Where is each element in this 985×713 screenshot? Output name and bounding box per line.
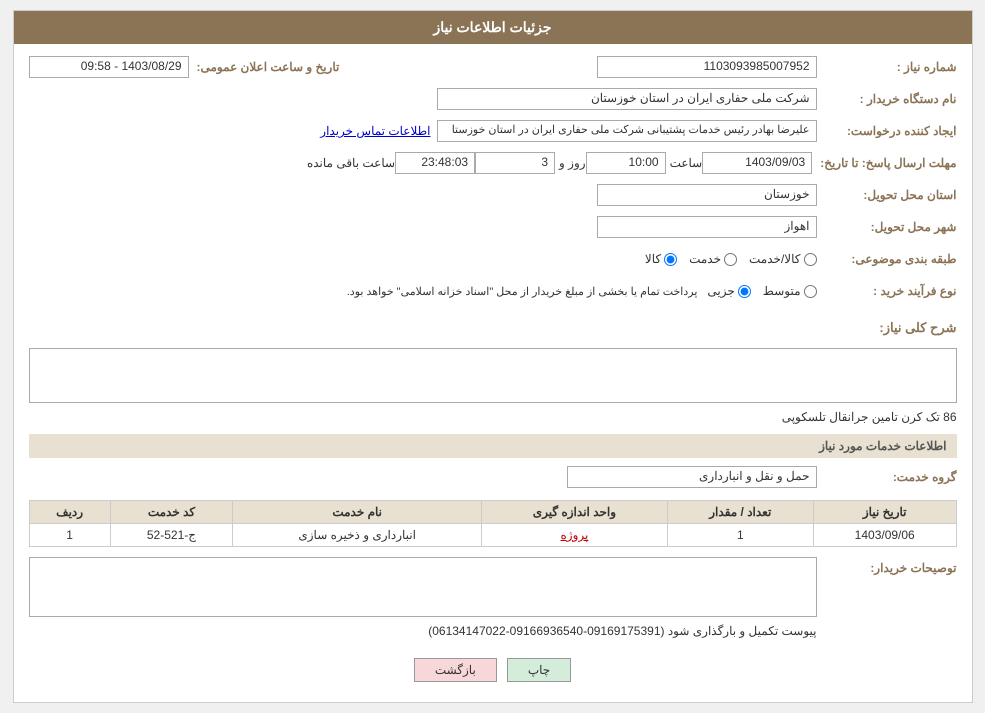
category-option-khedmat[interactable]: خدمت xyxy=(689,252,737,266)
category-radio-kala-khedmat[interactable] xyxy=(804,253,817,266)
buyer-org-row: نام دستگاه خریدار : شرکت ملی حفاری ایران… xyxy=(29,86,957,112)
purchase-type-motawaset[interactable]: متوسط xyxy=(763,284,817,298)
city-value: اهواز xyxy=(597,216,817,238)
buyer-note-section: توصیحات خریدار: پیوست تکمیل و بارگذاری ش… xyxy=(29,557,957,642)
category-label: طبقه بندی موضوعی: xyxy=(817,252,957,266)
services-table: تاریخ نیاز تعداد / مقدار واحد اندازه گیر… xyxy=(29,500,957,547)
content-area: شماره نیاز : 1103093985007952 تاریخ و سا… xyxy=(14,44,972,702)
cell-row: 1 xyxy=(29,524,110,547)
purchase-label-jozii: جزیی xyxy=(707,284,734,298)
col-unit: واحد اندازه گیری xyxy=(482,501,667,524)
col-quantity: تعداد / مقدار xyxy=(667,501,813,524)
purchase-type-jozii[interactable]: جزیی xyxy=(707,284,750,298)
purchase-type-label: نوع فرآیند خرید : xyxy=(817,284,957,298)
need-number-label: شماره نیاز : xyxy=(817,60,957,74)
category-label-kala-khedmat: کالا/خدمت xyxy=(749,252,800,266)
services-table-section: تاریخ نیاز تعداد / مقدار واحد اندازه گیر… xyxy=(29,500,957,547)
buyer-note-label: توصیحات خریدار: xyxy=(817,557,957,575)
city-row: شهر محل تحویل: اهواز xyxy=(29,214,957,240)
cell-date: 1403/09/06 xyxy=(813,524,956,547)
button-row: چاپ بازگشت xyxy=(29,648,957,692)
need-number-value: 1103093985007952 xyxy=(597,56,817,78)
need-number-row: شماره نیاز : 1103093985007952 تاریخ و سا… xyxy=(29,54,957,80)
purchase-type-radio-group: متوسط جزیی xyxy=(707,284,816,298)
buyer-org-label: نام دستگاه خریدار : xyxy=(817,92,957,106)
purchase-radio-jozii[interactable] xyxy=(738,285,751,298)
category-option-kala[interactable]: کالا xyxy=(645,252,677,266)
page-title: جزئیات اطلاعات نیاز xyxy=(433,19,551,35)
contact-link[interactable]: اطلاعات تماس خریدار xyxy=(320,124,430,138)
purchase-radio-motawaset[interactable] xyxy=(804,285,817,298)
response-days-value: 3 xyxy=(475,152,555,174)
response-deadline-row: مهلت ارسال پاسخ: تا تاریخ: 1403/09/03 سا… xyxy=(29,150,957,176)
creator-label: ایجاد کننده درخواست: xyxy=(817,124,957,138)
category-option-kala-khedmat[interactable]: کالا/خدمت xyxy=(749,252,816,266)
buyer-note-textarea[interactable] xyxy=(29,557,817,617)
main-container: جزئیات اطلاعات نیاز شماره نیاز : 1103093… xyxy=(13,10,973,703)
announce-label: تاریخ و ساعت اعلان عمومی: xyxy=(189,60,340,74)
purchase-label-motawaset: متوسط xyxy=(763,284,801,298)
services-section-title: اطلاعات خدمات مورد نیاز xyxy=(819,439,946,453)
cell-name: انبارداری و ذخیره سازی xyxy=(233,524,482,547)
purchase-type-row: نوع فرآیند خرید : متوسط جزیی پرداخت تمام… xyxy=(29,278,957,304)
cell-code: ج-521-52 xyxy=(110,524,232,547)
announce-value: 1403/08/29 - 09:58 xyxy=(29,56,189,78)
description-section-title: شرح کلی نیاز: xyxy=(879,314,956,342)
back-button[interactable]: بازگشت xyxy=(414,658,497,682)
category-label-khedmat: خدمت xyxy=(689,252,721,266)
description-section-label-row: شرح کلی نیاز: xyxy=(29,310,957,342)
category-radio-group: کالا/خدمت خدمت کالا xyxy=(645,252,817,266)
description-section: 86 تک کرن تامین جرانقال تلسکوپی xyxy=(29,348,957,428)
service-group-label: گروه خدمت: xyxy=(817,470,957,484)
category-radio-khedmat[interactable] xyxy=(724,253,737,266)
province-label: استان محل تحویل: xyxy=(817,188,957,202)
category-radio-kala[interactable] xyxy=(664,253,677,266)
description-area: 86 تک کرن تامین جرانقال تلسکوپی xyxy=(29,348,957,428)
response-date-value: 1403/09/03 xyxy=(702,152,812,174)
col-name: نام خدمت xyxy=(233,501,482,524)
buyer-note-text: پیوست تکمیل و بارگذاری شود (09169175391-… xyxy=(29,620,817,642)
response-day-label: روز و xyxy=(559,156,586,170)
purchase-note: پرداخت تمام یا بخشی از مبلغ خریدار از مح… xyxy=(347,285,698,298)
creator-row: ایجاد کننده درخواست: علیرضا بهادر رئیس خ… xyxy=(29,118,957,144)
buyer-note-area: پیوست تکمیل و بارگذاری شود (09169175391-… xyxy=(29,557,817,642)
service-group-row: گروه خدمت: حمل و نقل و انبارداری xyxy=(29,464,957,490)
category-label-kala: کالا xyxy=(645,252,661,266)
col-code: کد خدمت xyxy=(110,501,232,524)
response-time-label: ساعت xyxy=(670,156,703,170)
table-row: 1403/09/06 1 پروژه انبارداری و ذخیره ساز… xyxy=(29,524,956,547)
remaining-time-value: 23:48:03 xyxy=(395,152,475,174)
category-row: طبقه بندی موضوعی: کالا/خدمت خدمت کالا xyxy=(29,246,957,272)
services-section-header: اطلاعات خدمات مورد نیاز xyxy=(29,434,957,458)
description-text-display: 86 تک کرن تامین جرانقال تلسکوپی xyxy=(29,406,957,428)
print-button[interactable]: چاپ xyxy=(507,658,571,682)
city-label: شهر محل تحویل: xyxy=(817,220,957,234)
description-textarea[interactable] xyxy=(29,348,957,403)
province-value: خوزستان xyxy=(597,184,817,206)
service-group-value: حمل و نقل و انبارداری xyxy=(567,466,817,488)
cell-unit[interactable]: پروژه xyxy=(482,524,667,547)
col-date: تاریخ نیاز xyxy=(813,501,956,524)
remaining-label: ساعت باقی مانده xyxy=(307,156,395,170)
page-header: جزئیات اطلاعات نیاز xyxy=(14,11,972,44)
province-row: استان محل تحویل: خوزستان xyxy=(29,182,957,208)
response-deadline-label: مهلت ارسال پاسخ: تا تاریخ: xyxy=(812,156,956,170)
response-time-value: 10:00 xyxy=(586,152,666,174)
cell-quantity: 1 xyxy=(667,524,813,547)
table-header-row: تاریخ نیاز تعداد / مقدار واحد اندازه گیر… xyxy=(29,501,956,524)
buyer-org-value: شرکت ملی حفاری ایران در استان خوزستان xyxy=(437,88,817,110)
col-row: ردیف xyxy=(29,501,110,524)
creator-value: علیرضا بهادر رئیس خدمات پشتیبانی شرکت مل… xyxy=(437,120,817,142)
